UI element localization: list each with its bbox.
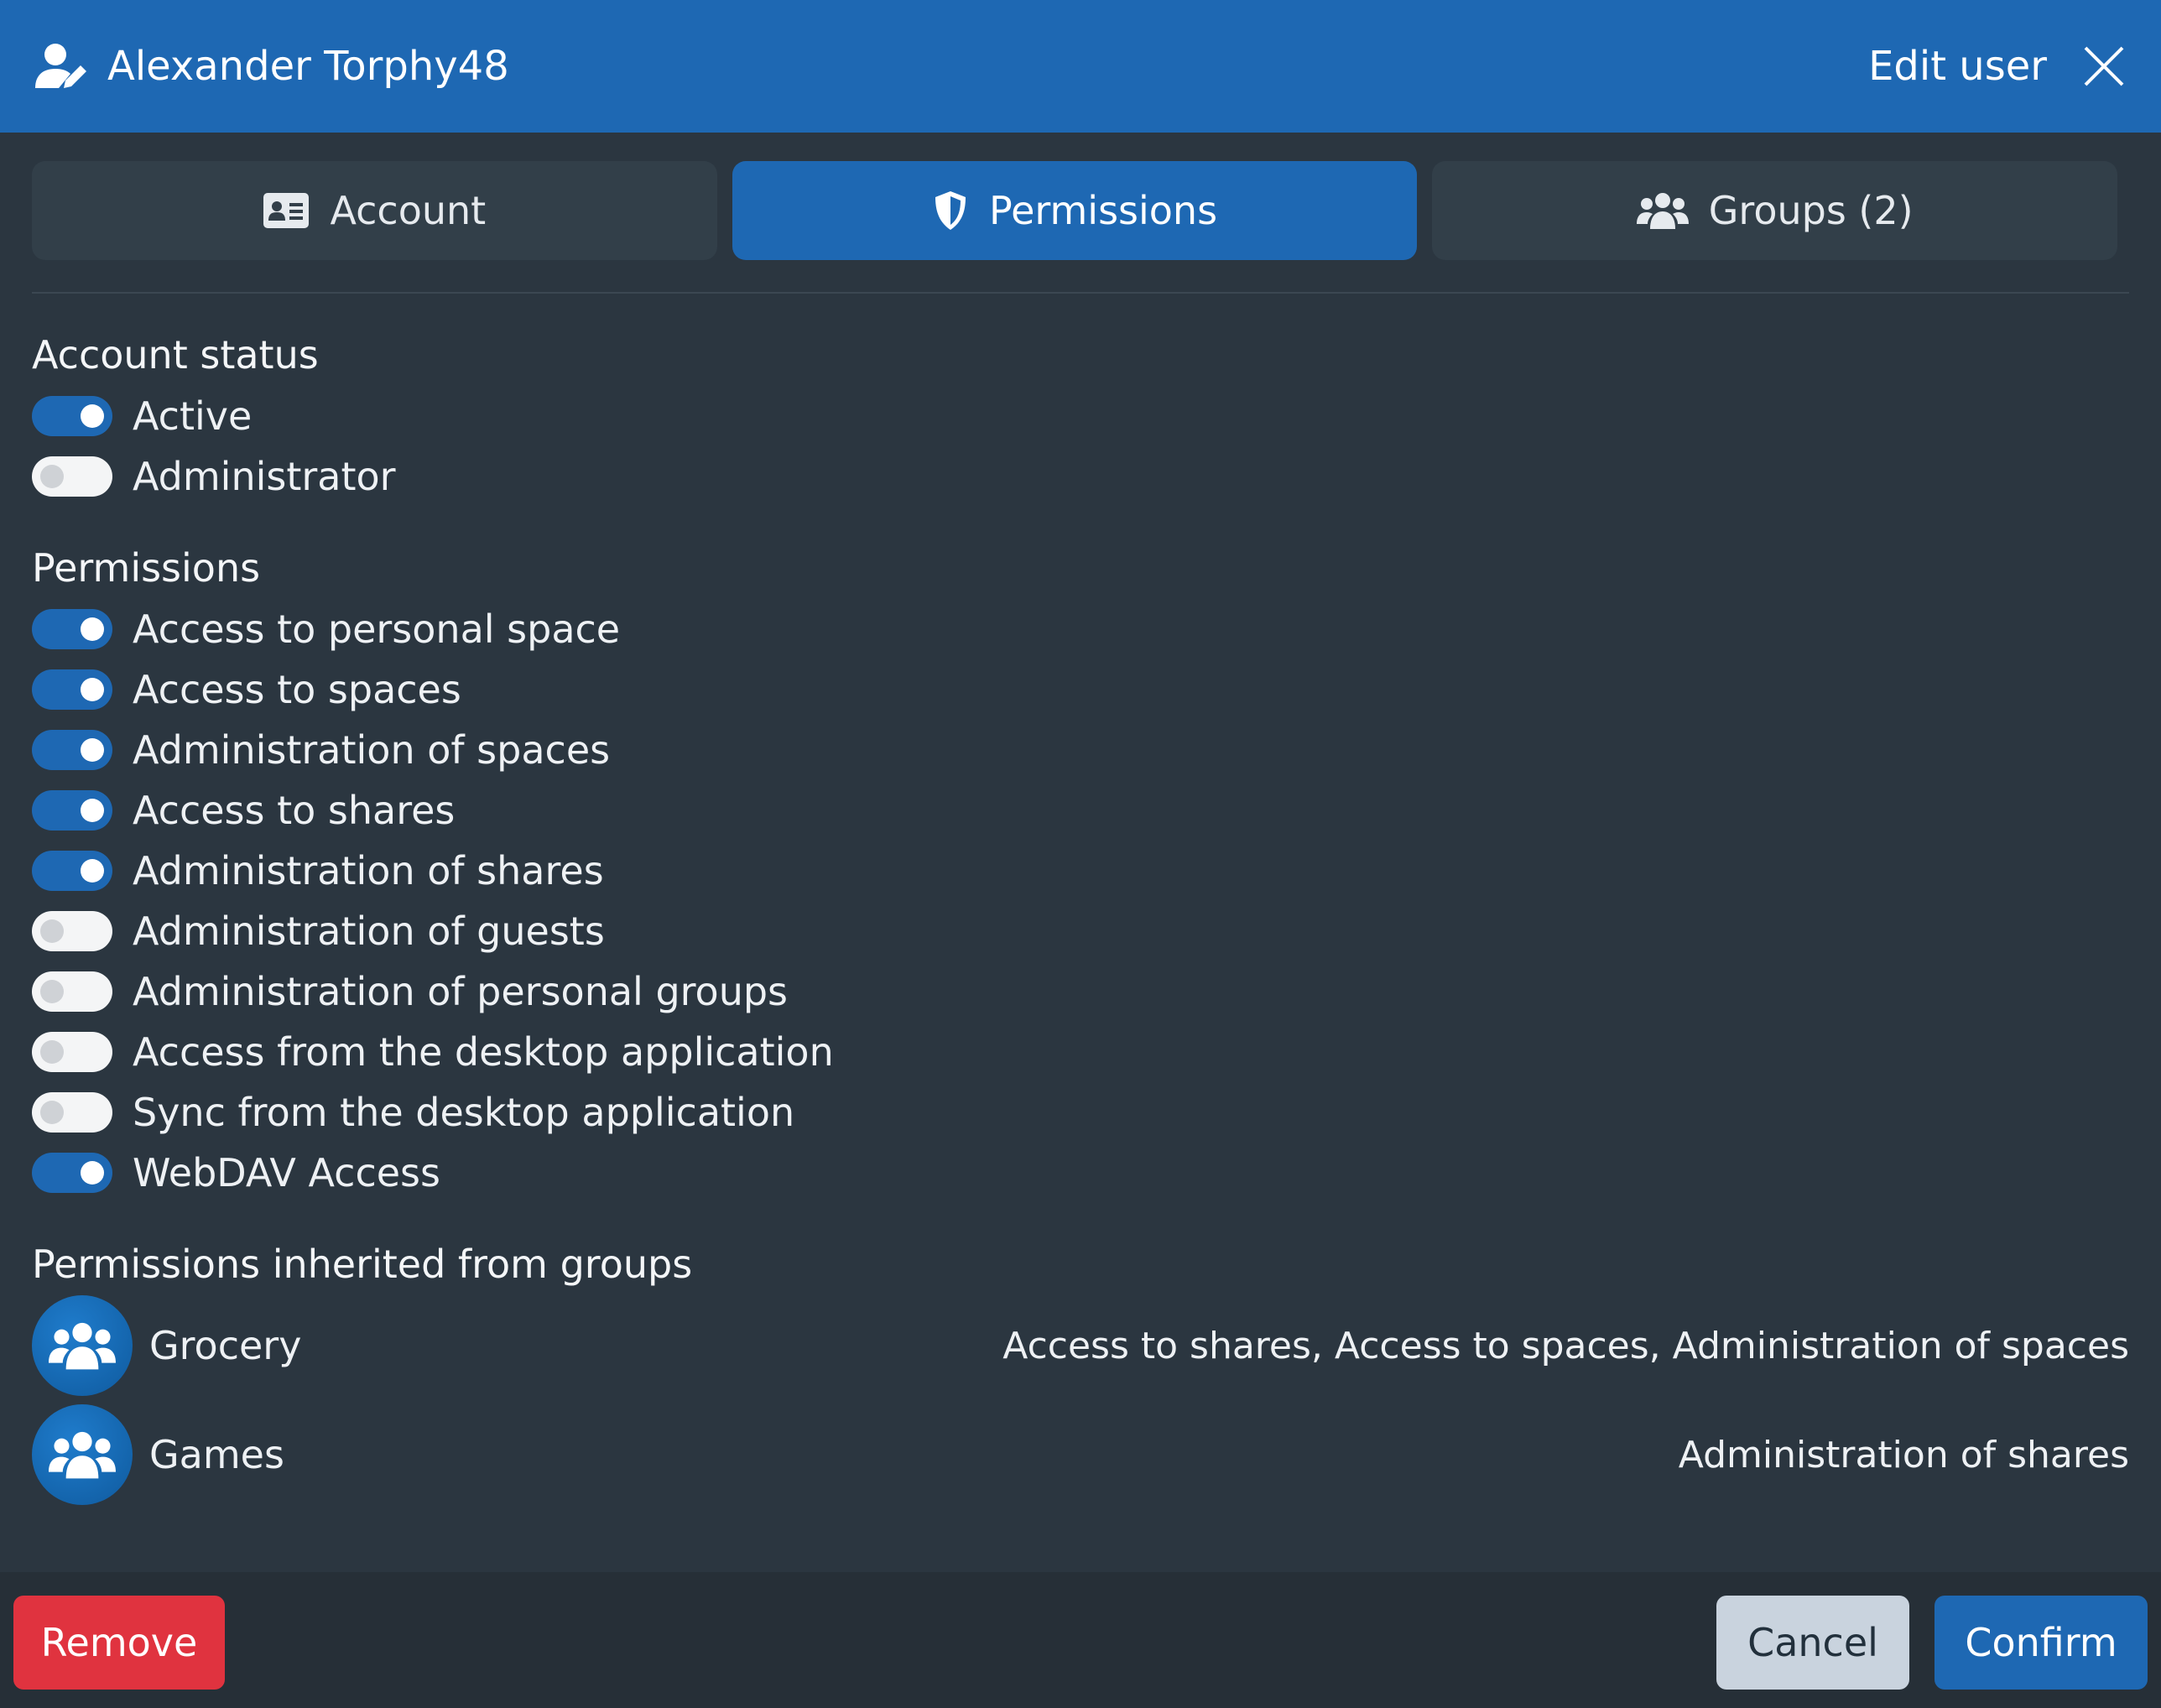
toggle-label: Access from the desktop application xyxy=(133,1029,834,1075)
toggle-row-desktop-access: Access from the desktop application xyxy=(32,1027,834,1077)
confirm-button[interactable]: Confirm xyxy=(1934,1596,2148,1690)
users-icon xyxy=(49,1431,116,1479)
tab-bar: Account Permissions Groups (2) xyxy=(32,161,2118,260)
toggle-row-admin-spaces: Administration of spaces xyxy=(32,725,610,775)
dialog-footer: Remove Cancel Confirm xyxy=(0,1572,2161,1708)
tab-permissions[interactable]: Permissions xyxy=(732,161,1418,260)
toggle-knob xyxy=(40,919,64,943)
toggle-row-desktop-sync: Sync from the desktop application xyxy=(32,1087,794,1138)
group-avatar xyxy=(32,1404,133,1505)
access-spaces-toggle[interactable] xyxy=(32,669,112,710)
group-name: Grocery xyxy=(149,1323,302,1368)
users-icon xyxy=(49,1322,116,1370)
cancel-button[interactable]: Cancel xyxy=(1716,1596,1909,1690)
users-icon xyxy=(1636,193,1689,229)
tab-permissions-label: Permissions xyxy=(988,188,1218,233)
user-name: Alexander Torphy48 xyxy=(107,43,509,90)
shield-icon xyxy=(935,191,966,230)
toggle-label: Administration of spaces xyxy=(133,727,611,773)
toggle-knob xyxy=(40,980,64,1003)
toggle-label: Access to spaces xyxy=(133,667,461,712)
id-card-icon xyxy=(263,193,310,228)
tab-account[interactable]: Account xyxy=(32,161,717,260)
account-status-title: Account status xyxy=(32,332,319,378)
remove-button[interactable]: Remove xyxy=(13,1596,225,1690)
admin-personal-groups-toggle[interactable] xyxy=(32,971,112,1012)
toggle-knob xyxy=(40,465,64,488)
active-toggle[interactable] xyxy=(32,396,112,436)
inherited-group-row: Grocery Access to shares, Access to spac… xyxy=(32,1295,2129,1396)
toggle-knob xyxy=(81,617,104,641)
toggle-label: Administration of personal groups xyxy=(133,969,789,1014)
toggle-row-admin-guests: Administration of guests xyxy=(32,906,605,956)
toggle-row-personal-space: Access to personal space xyxy=(32,604,620,654)
toggle-row-admin-personal-groups: Administration of personal groups xyxy=(32,966,788,1017)
toggle-knob xyxy=(40,1040,64,1064)
toggle-label: WebDAV Access xyxy=(133,1150,440,1195)
toggle-row-admin-shares: Administration of shares xyxy=(32,846,604,896)
toggle-label: Sync from the desktop application xyxy=(133,1090,795,1135)
toggle-label: Access to shares xyxy=(133,788,456,833)
administrator-toggle[interactable] xyxy=(32,456,112,497)
toggle-label: Administration of guests xyxy=(133,909,605,954)
group-permissions: Access to shares, Access to spaces, Admi… xyxy=(1002,1324,2129,1367)
toggle-knob xyxy=(81,738,104,762)
close-icon[interactable] xyxy=(2080,43,2127,90)
toggle-label: Access to personal space xyxy=(133,607,621,652)
group-avatar xyxy=(32,1295,133,1396)
toggle-label: Administrator xyxy=(133,454,396,499)
toggle-row-administrator: Administrator xyxy=(32,451,396,502)
dialog-title: Edit user xyxy=(1868,43,2047,90)
toggle-knob xyxy=(81,1161,104,1185)
permissions-title: Permissions xyxy=(32,545,261,591)
toggle-label: Active xyxy=(133,393,253,439)
tab-account-label: Account xyxy=(330,188,487,233)
tab-groups[interactable]: Groups (2) xyxy=(1432,161,2118,260)
group-permissions: Administration of shares xyxy=(1678,1433,2129,1476)
inherited-permissions-title: Permissions inherited from groups xyxy=(32,1242,693,1287)
admin-guests-toggle[interactable] xyxy=(32,911,112,951)
admin-spaces-toggle[interactable] xyxy=(32,730,112,770)
webdav-toggle[interactable] xyxy=(32,1153,112,1193)
toggle-knob xyxy=(81,799,104,822)
toggle-knob xyxy=(81,859,104,883)
desktop-sync-toggle[interactable] xyxy=(32,1092,112,1133)
admin-shares-toggle[interactable] xyxy=(32,851,112,891)
toggle-knob xyxy=(81,678,104,701)
toggle-row-access-spaces: Access to spaces xyxy=(32,664,461,715)
toggle-row-access-shares: Access to shares xyxy=(32,785,455,836)
toggle-row-webdav: WebDAV Access xyxy=(32,1148,440,1198)
access-shares-toggle[interactable] xyxy=(32,790,112,831)
tab-groups-label: Groups (2) xyxy=(1708,188,1914,233)
inherited-group-row: Games Administration of shares xyxy=(32,1404,2129,1505)
desktop-access-toggle[interactable] xyxy=(32,1032,112,1072)
personal-space-toggle[interactable] xyxy=(32,609,112,649)
tabs-divider xyxy=(32,292,2129,294)
toggle-knob xyxy=(81,404,104,428)
dialog-header: Alexander Torphy48 Edit user xyxy=(0,0,2161,133)
user-edit-icon xyxy=(35,44,86,88)
toggle-label: Administration of shares xyxy=(133,848,604,893)
edit-user-dialog: Alexander Torphy48 Edit user Account Per… xyxy=(0,0,2161,1708)
toggle-row-active: Active xyxy=(32,391,252,441)
group-name: Games xyxy=(149,1432,284,1477)
toggle-knob xyxy=(40,1101,64,1124)
